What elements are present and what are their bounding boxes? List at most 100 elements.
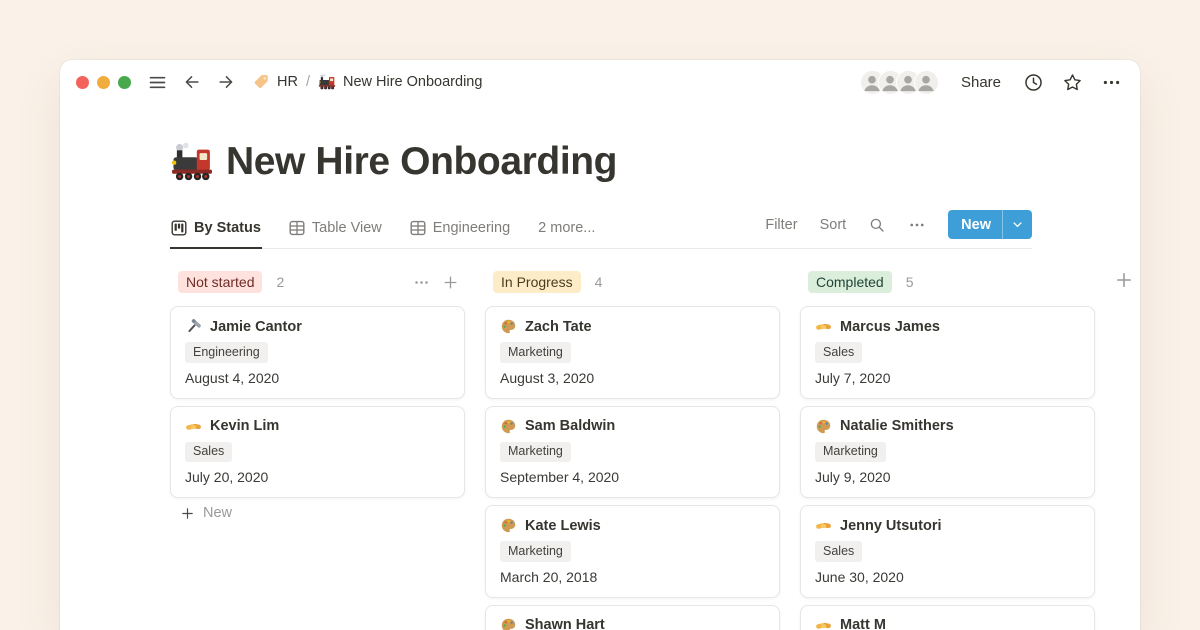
close-window-button[interactable]: [76, 76, 89, 89]
nav-arrows: [182, 72, 236, 92]
card-name-row: Kevin Lim: [185, 418, 450, 435]
search-icon[interactable]: [868, 216, 886, 234]
new-record-button[interactable]: New: [948, 210, 1032, 239]
person-card[interactable]: Zach Tate Marketing August 3, 2020: [485, 306, 780, 399]
card-emoji-icon: [815, 517, 832, 534]
person-card[interactable]: Jamie Cantor Engineering August 4, 2020: [170, 306, 465, 399]
viewer-avatars: [860, 70, 939, 95]
board-column: Completed 5 Marcus James Sales July 7, 2…: [800, 270, 1095, 630]
person-card[interactable]: Kevin Lim Sales July 20, 2020: [170, 406, 465, 499]
person-card[interactable]: Shawn Hart: [485, 605, 780, 630]
more-options-icon[interactable]: [1101, 72, 1122, 93]
column-header-actions: [413, 274, 465, 291]
column-header: Completed 5: [800, 270, 1095, 294]
card-department-tag: Marketing: [815, 442, 886, 463]
view-tab-icon: [410, 220, 426, 236]
breadcrumb-separator: /: [305, 74, 311, 90]
column-status-badge[interactable]: Completed: [808, 271, 892, 293]
card-person-name: Jenny Utsutori: [840, 518, 942, 534]
add-group-plus-icon[interactable]: [1114, 270, 1134, 290]
updates-clock-icon[interactable]: [1023, 72, 1044, 93]
card-department-tag: Sales: [185, 442, 232, 463]
card-person-name: Matt M: [840, 617, 886, 630]
person-card[interactable]: Kate Lewis Marketing March 20, 2018: [485, 505, 780, 598]
person-card[interactable]: Natalie Smithers Marketing July 9, 2020: [800, 406, 1095, 499]
card-name-row: Matt M: [815, 617, 1080, 630]
column-cards: Zach Tate Marketing August 3, 2020 Sam B…: [485, 306, 780, 630]
breadcrumb-page[interactable]: New Hire Onboarding: [343, 74, 482, 90]
card-start-date: September 4, 2020: [500, 469, 765, 485]
new-button-label[interactable]: New: [948, 210, 1002, 239]
card-name-row: Marcus James: [815, 318, 1080, 335]
person-card[interactable]: Jenny Utsutori Sales June 30, 2020: [800, 505, 1095, 598]
column-count: 5: [906, 274, 914, 290]
view-tab-2-more-[interactable]: 2 more...: [537, 216, 596, 249]
board-column: Not started 2 Jamie Cantor Engineering A…: [170, 270, 465, 630]
sidebar-toggle-icon[interactable]: [147, 72, 168, 93]
view-tab-table-view[interactable]: Table View: [288, 216, 383, 249]
view-controls: Filter Sort New: [765, 210, 1032, 248]
card-start-date: June 30, 2020: [815, 569, 1080, 585]
person-card[interactable]: Marcus James Sales July 7, 2020: [800, 306, 1095, 399]
view-tab-label: 2 more...: [538, 220, 595, 236]
minimize-window-button[interactable]: [97, 76, 110, 89]
card-name-row: Natalie Smithers: [815, 418, 1080, 435]
view-tab-engineering[interactable]: Engineering: [409, 216, 511, 249]
person-card[interactable]: Matt M: [800, 605, 1095, 630]
column-count: 4: [595, 274, 603, 290]
column-cards: Jamie Cantor Engineering August 4, 2020 …: [170, 306, 465, 498]
column-status-badge[interactable]: Not started: [178, 271, 262, 293]
window-topbar: HR / New Hire Onboarding Share: [60, 60, 1140, 104]
train-emoji-icon: [318, 73, 336, 91]
breadcrumb-workspace[interactable]: HR: [277, 74, 298, 90]
column-more-icon[interactable]: [413, 274, 430, 291]
viewer-avatar[interactable]: [914, 70, 939, 95]
page-train-emoji-icon[interactable]: [170, 140, 214, 184]
forward-arrow-icon[interactable]: [216, 72, 236, 92]
view-tabs: By Status Table View Engineering 2 more.…: [170, 216, 596, 248]
card-emoji-icon: [815, 617, 832, 630]
card-start-date: August 3, 2020: [500, 370, 765, 386]
card-person-name: Shawn Hart: [525, 617, 605, 630]
card-department-tag: Marketing: [500, 342, 571, 363]
card-emoji-icon: [500, 418, 517, 435]
card-emoji-icon: [815, 418, 832, 435]
card-start-date: July 7, 2020: [815, 370, 1080, 386]
page-title[interactable]: New Hire Onboarding: [226, 140, 617, 184]
person-card[interactable]: Sam Baldwin Marketing September 4, 2020: [485, 406, 780, 499]
column-status-badge[interactable]: In Progress: [493, 271, 581, 293]
back-arrow-icon[interactable]: [182, 72, 202, 92]
sort-button[interactable]: Sort: [820, 217, 847, 233]
column-count: 2: [276, 274, 284, 290]
card-start-date: July 9, 2020: [815, 469, 1080, 485]
card-start-date: August 4, 2020: [185, 370, 450, 386]
filter-button[interactable]: Filter: [765, 217, 797, 233]
card-emoji-icon: [500, 318, 517, 335]
card-name-row: Kate Lewis: [500, 517, 765, 534]
view-bar: By Status Table View Engineering 2 more.…: [170, 210, 1032, 249]
board-columns: Not started 2 Jamie Cantor Engineering A…: [170, 270, 1140, 630]
tag-emoji-icon: [252, 73, 270, 91]
card-emoji-icon: [500, 617, 517, 630]
card-person-name: Natalie Smithers: [840, 418, 954, 434]
kanban-board: Not started 2 Jamie Cantor Engineering A…: [60, 270, 1140, 630]
card-department-tag: Sales: [815, 541, 862, 562]
topbar-actions: Share: [860, 70, 1122, 95]
favorite-star-icon[interactable]: [1062, 72, 1083, 93]
board-column: In Progress 4 Zach Tate Marketing August…: [485, 270, 780, 630]
column-header: Not started 2: [170, 270, 465, 294]
new-card-button[interactable]: New: [170, 505, 465, 521]
card-name-row: Sam Baldwin: [500, 418, 765, 435]
share-button[interactable]: Share: [957, 72, 1005, 93]
column-header: In Progress 4: [485, 270, 780, 294]
view-more-icon[interactable]: [908, 216, 926, 234]
view-tab-label: Table View: [312, 220, 382, 236]
card-department-tag: Engineering: [185, 342, 268, 363]
card-person-name: Kate Lewis: [525, 518, 601, 534]
new-button-chevron-down-icon[interactable]: [1002, 210, 1032, 239]
card-person-name: Kevin Lim: [210, 418, 279, 434]
column-add-card-icon[interactable]: [442, 274, 459, 291]
zoom-window-button[interactable]: [118, 76, 131, 89]
card-name-row: Zach Tate: [500, 318, 765, 335]
view-tab-by-status[interactable]: By Status: [170, 216, 262, 249]
